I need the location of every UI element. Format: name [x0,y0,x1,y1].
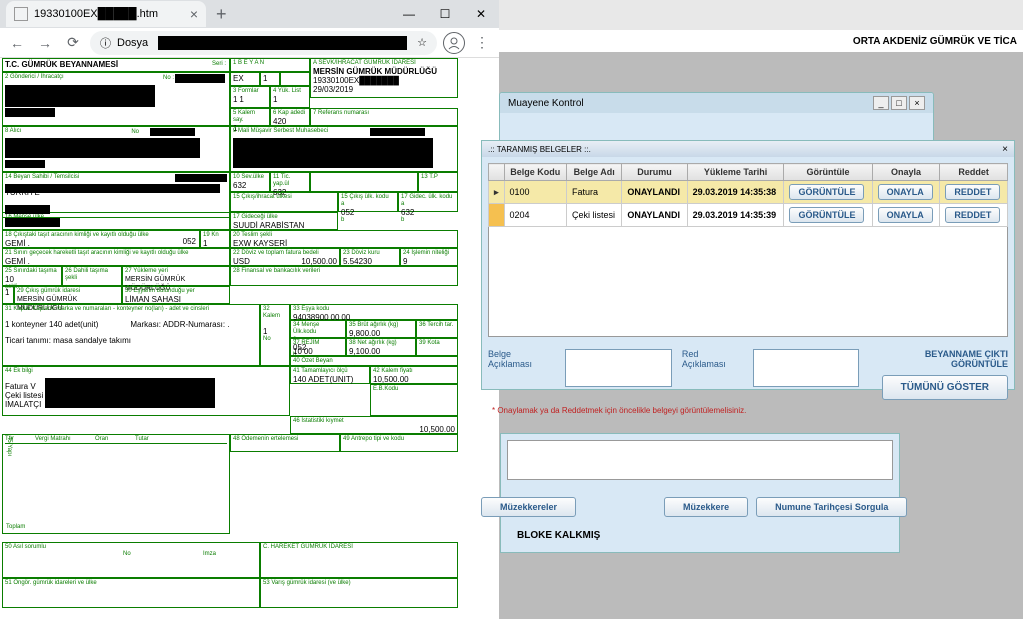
profile-icon[interactable] [443,32,465,54]
belge-aciklama-label: Belge Açıklaması [488,349,555,369]
close-icon[interactable]: × [190,6,198,22]
cell-upload: 29.03.2019 14:35:38 [687,181,784,204]
col-view[interactable]: Görüntüle [784,164,872,181]
browser-tab[interactable]: 19330100EX█████.htm × [6,1,206,27]
app-toolbar [499,0,1023,30]
window-controls: — ☐ ✕ [391,0,499,28]
new-tab-button[interactable]: + [206,4,237,25]
mk-titlebar[interactable]: Muayene Kontrol _ □ × [500,93,933,113]
reject-button[interactable]: REDDET [945,184,1000,200]
red-aciklama-input[interactable] [753,349,860,387]
numune-button[interactable]: Numune Tarihçesi Sorgula [756,497,907,517]
row-marker: ▸ [489,181,505,204]
show-all-button[interactable]: TÜMÜNÜ GÖSTER [882,375,1008,400]
cell-code: 0100 [504,181,567,204]
mk-maximize[interactable]: □ [891,96,907,110]
app-title-bar: ORTA AKDENİZ GÜMRÜK VE TİCA [499,30,1023,52]
app-title: ORTA AKDENİZ GÜMRÜK VE TİCA [853,36,1017,47]
minimize-button[interactable]: — [391,0,427,28]
col-status[interactable]: Durumu [622,164,687,181]
mk-close[interactable]: × [909,96,925,110]
col-approve[interactable]: Onayla [872,164,940,181]
url-prefix: Dosya [117,37,148,49]
view-button[interactable]: GÖRÜNTÜLE [789,184,864,200]
cell-name: Çeki listesi [567,204,622,227]
sd-close-icon[interactable]: × [1002,144,1008,155]
red-aciklama-label: Red Açıklaması [682,349,743,369]
sd-titlebar[interactable]: .:: TARANMIŞ BELGELER ::. × [482,141,1014,157]
muzekkere-button[interactable]: Müzekkere [664,497,748,517]
cell-upload: 29.03.2019 14:35:39 [687,204,784,227]
menu-icon[interactable]: ⋮ [471,32,493,54]
browser-chrome: 19330100EX█████.htm × + — ☐ ✕ ← → ⟳ ⓘ Do… [0,0,499,58]
cell-status: ONAYLANDI [622,181,687,204]
muzekkereler-button[interactable]: Müzekkereler [481,497,576,517]
table-row[interactable]: 0204Çeki listesiONAYLANDI29.03.2019 14:3… [489,204,1008,227]
address-bar: ← → ⟳ ⓘ Dosya ☆ ⋮ [0,28,499,58]
cell-code: 0204 [504,204,567,227]
mk-title-text: Muayene Kontrol [508,98,584,109]
hint-text: * Onaylamak ya da Reddetmek için öncelik… [482,406,1014,415]
col-upload[interactable]: Yükleme Tarihi [687,164,784,181]
col-reject[interactable]: Reddet [940,164,1008,181]
print-link[interactable]: BEYANNAME ÇIKTI GÖRÜNTÜLE [869,349,1008,369]
view-button[interactable]: GÖRÜNTÜLE [789,207,864,223]
page-icon [14,7,28,21]
belge-aciklama-input[interactable] [565,349,672,387]
approve-button[interactable]: ONAYLA [878,184,933,200]
tab-title: 19330100EX█████.htm [34,8,158,20]
maximize-button[interactable]: ☐ [427,0,463,28]
status-text: BLOKE KALKMIŞ [517,530,600,541]
reject-button[interactable]: REDDET [945,207,1000,223]
customs-declaration: T.C. GÜMRÜK BEYANNAMESİSeri : 1 B E Y A … [0,58,460,619]
back-button[interactable]: ← [6,32,28,54]
cell-name: Fatura [567,181,622,204]
cell-status: ONAYLANDI [622,204,687,227]
reload-button[interactable]: ⟳ [62,32,84,54]
col-code[interactable]: Belge Kodu [504,164,567,181]
scanned-docs-table: Belge Kodu Belge Adı Durumu Yükleme Tari… [488,163,1008,227]
tab-bar: 19330100EX█████.htm × + — ☐ ✕ [0,0,499,28]
scanned-docs-window: .:: TARANMIŞ BELGELER ::. × Belge Kodu B… [481,140,1015,390]
close-button[interactable]: ✕ [463,0,499,28]
forward-button[interactable]: → [34,32,56,54]
sd-title-text: .:: TARANMIŞ BELGELER ::. [488,145,591,154]
row-marker [489,204,505,227]
doc-title: T.C. GÜMRÜK BEYANNAMESİ [5,60,118,69]
lower-button-bar: Müzekkereler Müzekkere Numune Tarihçesi … [481,497,907,517]
approve-button[interactable]: ONAYLA [878,207,933,223]
info-icon[interactable]: ⓘ [100,35,111,51]
star-icon[interactable]: ☆ [417,36,427,49]
col-name[interactable]: Belge Adı [567,164,622,181]
redacted-url [158,36,407,50]
table-row[interactable]: ▸0100FaturaONAYLANDI29.03.2019 14:35:38 G… [489,181,1008,204]
url-field[interactable]: ⓘ Dosya ☆ [90,31,437,55]
mk-minimize[interactable]: _ [873,96,889,110]
